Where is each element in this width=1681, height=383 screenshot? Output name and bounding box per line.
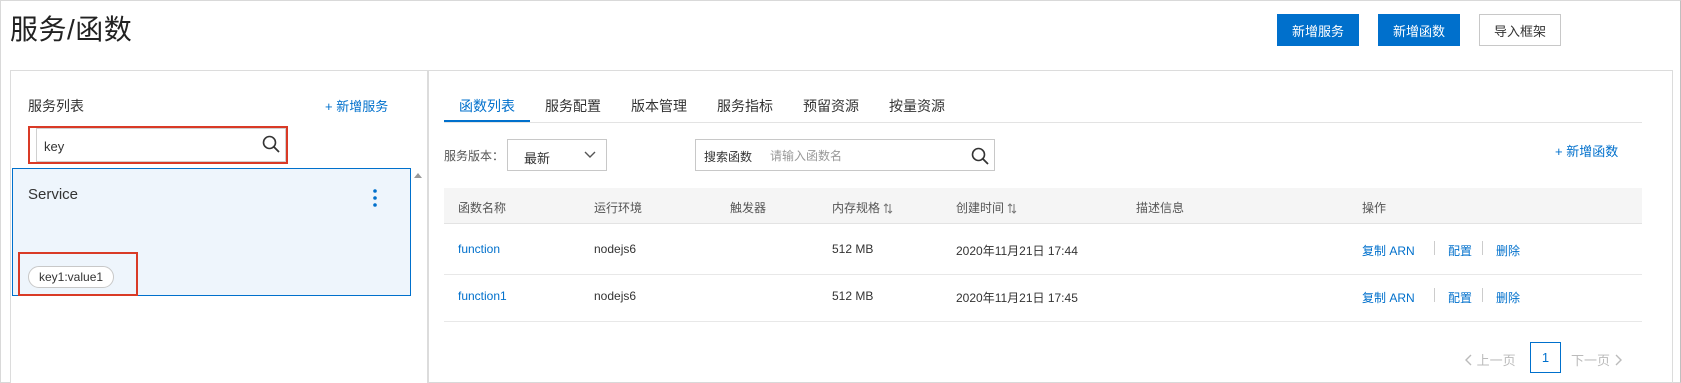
tab-reserved-resources[interactable]: 预留资源 (788, 92, 874, 122)
function-search[interactable]: 搜索函数 (695, 139, 995, 171)
sort-icon[interactable] (883, 203, 893, 215)
memory-cell: 512 MB (832, 289, 874, 303)
chevron-down-icon (584, 151, 596, 158)
created-cell: 2020年11月21日 17:44 (956, 244, 1078, 258)
function-search-input[interactable] (770, 146, 960, 166)
service-tag: key1:value1 (28, 266, 115, 288)
table-header: 函数名称 运行环境 触发器 内存规格 创建时间 描述信息 操作 (444, 188, 1642, 224)
more-vertical-icon[interactable] (370, 188, 380, 208)
column-header-description: 描述信息 (1136, 201, 1185, 215)
scroll-up-arrow-icon[interactable] (414, 173, 422, 178)
import-framework-button[interactable]: 导入框架 (1479, 14, 1561, 46)
config-link[interactable]: 配置 (1448, 289, 1472, 306)
add-function-link[interactable]: + 新增函数 (1555, 141, 1618, 160)
function-tabs: 函数列表 服务配置 版本管理 服务指标 预留资源 按量资源 (444, 92, 960, 122)
new-service-button[interactable]: 新增服务 (1277, 14, 1359, 46)
pager-next[interactable]: 下一页 (1571, 350, 1622, 369)
pager-prev-label: 上一页 (1476, 353, 1516, 368)
tab-on-demand-resources[interactable]: 按量资源 (874, 92, 960, 122)
column-header-created-wrap[interactable]: 创建时间 (956, 199, 1017, 216)
pager-prev[interactable]: 上一页 (1465, 350, 1516, 369)
tabs-divider (444, 122, 1642, 123)
created-cell: 2020年11月21日 17:45 (956, 291, 1078, 305)
version-label: 服务版本： (444, 149, 505, 163)
copy-arn-link[interactable]: 复制 ARN (1362, 242, 1415, 259)
table-row: function1 nodejs6 512 MB 2020年11月21日 17:… (444, 272, 1642, 322)
column-header-name: 函数名称 (458, 201, 507, 215)
chevron-right-icon (1615, 354, 1622, 366)
action-separator (1434, 241, 1435, 255)
page-title: 服务/函数 (10, 14, 133, 45)
version-select[interactable]: 最新 (507, 139, 607, 171)
runtime-cell: nodejs6 (594, 289, 637, 303)
action-separator (1482, 288, 1483, 302)
new-function-button[interactable]: 新增函数 (1378, 14, 1460, 46)
version-select-value: 最新 (524, 151, 551, 166)
add-service-link[interactable]: + 新增服务 (325, 96, 388, 115)
table-row: function nodejs6 512 MB 2020年11月21日 17:4… (444, 225, 1642, 275)
tab-function-list[interactable]: 函数列表 (444, 92, 530, 122)
tab-service-config[interactable]: 服务配置 (530, 92, 616, 122)
tab-service-metrics[interactable]: 服务指标 (702, 92, 788, 122)
config-link[interactable]: 配置 (1448, 242, 1472, 259)
service-name: Service (28, 186, 79, 203)
tab-version-management[interactable]: 版本管理 (616, 92, 702, 122)
sort-icon[interactable] (1007, 203, 1017, 215)
search-icon[interactable] (262, 135, 280, 153)
column-header-trigger: 触发器 (730, 201, 767, 215)
runtime-cell: nodejs6 (594, 242, 637, 256)
function-search-label: 搜索函数 (704, 150, 753, 164)
delete-link[interactable]: 删除 (1496, 242, 1520, 259)
pager-next-label: 下一页 (1571, 353, 1611, 368)
service-list-title: 服务列表 (28, 98, 84, 114)
copy-arn-link[interactable]: 复制 ARN (1362, 289, 1415, 306)
column-header-created: 创建时间 (956, 201, 1005, 215)
function-name-link[interactable]: function (458, 242, 500, 256)
function-name-link[interactable]: function1 (458, 289, 507, 303)
column-header-actions: 操作 (1362, 201, 1387, 215)
column-header-memory-wrap[interactable]: 内存规格 (832, 199, 893, 216)
column-header-runtime: 运行环境 (594, 201, 643, 215)
delete-link[interactable]: 删除 (1496, 289, 1520, 306)
memory-cell: 512 MB (832, 242, 874, 256)
column-header-memory: 内存规格 (832, 201, 881, 215)
action-separator (1434, 288, 1435, 302)
service-search-input[interactable] (44, 136, 244, 156)
action-separator (1482, 241, 1483, 255)
pager-current-page[interactable]: 1 (1530, 342, 1561, 373)
search-icon[interactable] (971, 147, 989, 165)
chevron-left-icon (1465, 354, 1472, 366)
